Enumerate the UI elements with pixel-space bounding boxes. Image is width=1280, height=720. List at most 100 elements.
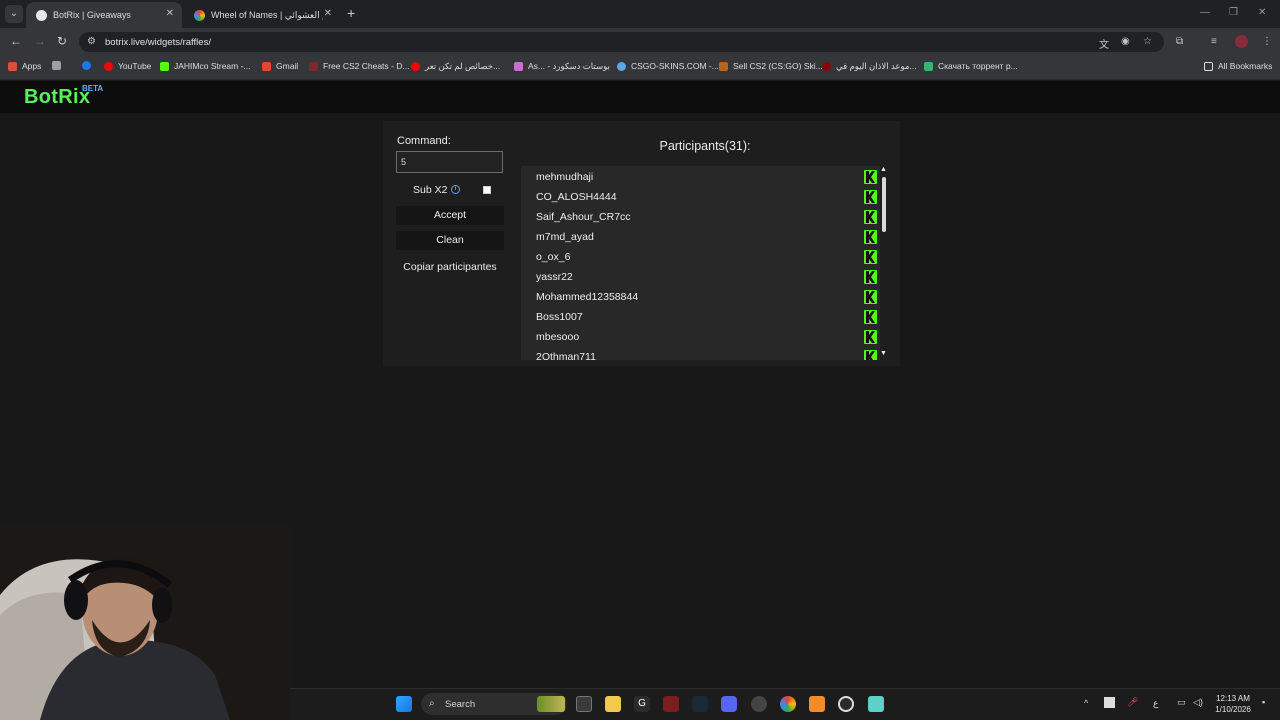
menu-dots-icon[interactable]: ⋮ bbox=[1262, 36, 1272, 47]
participant-name: Saif_Ashour_CR7cc bbox=[536, 211, 631, 223]
bookmark-all[interactable]: All Bookmarks bbox=[1204, 61, 1272, 71]
kick-icon bbox=[864, 270, 877, 284]
bookmark-cs2-cheats[interactable]: Free CS2 Cheats - D... bbox=[309, 61, 409, 71]
kick-icon bbox=[864, 210, 877, 224]
botrix-logo[interactable]: BotRix bbox=[24, 86, 90, 109]
g-hub-icon[interactable]: G bbox=[634, 696, 650, 712]
notifications-icon[interactable]: ▪ bbox=[1262, 697, 1265, 707]
clock-date[interactable]: 1/10/2026 bbox=[1211, 705, 1255, 714]
vlc-icon[interactable] bbox=[809, 696, 825, 712]
accept-button[interactable]: Accept bbox=[396, 206, 504, 225]
clean-button[interactable]: Clean bbox=[396, 231, 504, 250]
participant-row[interactable]: Mohammed12358844 bbox=[536, 287, 877, 307]
search-icon: ⌕ bbox=[429, 698, 435, 709]
scroll-up-arrow-icon[interactable]: ▲ bbox=[880, 166, 887, 173]
close-tab-icon[interactable]: ✕ bbox=[166, 8, 174, 19]
windows-start-icon[interactable] bbox=[396, 696, 412, 712]
bookmark-youtube[interactable]: YouTube bbox=[104, 61, 151, 71]
language-indicator[interactable]: ع bbox=[1153, 698, 1158, 709]
sub-x2-checkbox[interactable] bbox=[483, 186, 491, 194]
settings-gear-icon[interactable] bbox=[838, 696, 854, 712]
discord-icon[interactable] bbox=[721, 696, 737, 712]
restore-button[interactable]: ❐ bbox=[1229, 7, 1238, 18]
obs-icon[interactable] bbox=[751, 696, 767, 712]
webcam-image bbox=[0, 525, 290, 720]
command-input[interactable] bbox=[396, 151, 503, 173]
participant-row[interactable]: m7md_ayad bbox=[536, 227, 877, 247]
task-view-icon[interactable] bbox=[576, 696, 592, 712]
network-icon[interactable]: ▭ bbox=[1177, 697, 1186, 708]
scroll-down-arrow-icon[interactable]: ▼ bbox=[880, 350, 887, 357]
microphone-icon[interactable]: 🎤︎ bbox=[1127, 697, 1138, 708]
mosque-icon bbox=[822, 62, 831, 71]
faceit-icon[interactable] bbox=[663, 696, 679, 712]
bookmark-prayer-times[interactable]: موعد الاذان اليوم في... bbox=[822, 61, 917, 72]
torrent-icon bbox=[924, 61, 933, 71]
copy-participants-button[interactable]: Copiar participantes bbox=[396, 258, 504, 277]
participant-name: mbesooo bbox=[536, 331, 580, 343]
bookmark-torrent[interactable]: Скачать торрент р... bbox=[924, 61, 1018, 71]
participant-row[interactable]: mehmudhaji bbox=[536, 167, 877, 187]
kick-tray-icon[interactable] bbox=[1104, 697, 1115, 708]
tray-chevron-icon[interactable]: ^ bbox=[1084, 698, 1088, 708]
chrome-icon[interactable] bbox=[780, 696, 796, 712]
address-bar[interactable] bbox=[79, 32, 1164, 52]
cheats-site-icon bbox=[309, 61, 318, 71]
volume-icon[interactable]: ◁) bbox=[1193, 697, 1203, 708]
beta-badge: BETA bbox=[82, 84, 104, 93]
forward-arrow-icon[interactable]: → bbox=[34, 34, 46, 48]
tab-search-icon[interactable]: ⌄ bbox=[5, 5, 23, 23]
close-window-button[interactable]: ✕ bbox=[1258, 7, 1266, 18]
gmail-icon bbox=[262, 61, 271, 71]
snipping-tool-icon[interactable] bbox=[868, 696, 884, 712]
steam-icon[interactable] bbox=[692, 696, 708, 712]
profile-avatar[interactable] bbox=[1235, 35, 1248, 48]
extensions-icon[interactable]: ⧉ bbox=[1176, 36, 1183, 47]
bookmark-facebook[interactable] bbox=[82, 61, 96, 70]
participant-name: CO_ALOSH4444 bbox=[536, 191, 617, 203]
site-info-icon[interactable]: ⚙ bbox=[87, 36, 96, 47]
bookmark-jahimco[interactable]: JAHIMco Stream -... bbox=[160, 61, 251, 71]
bookmark-apps[interactable]: Apps bbox=[8, 61, 41, 71]
tab-title: Wheel of Names | عجلة اسم العشوائي bbox=[211, 9, 323, 20]
new-tab-button[interactable]: + bbox=[347, 5, 355, 21]
eye-off-icon[interactable]: ◉ bbox=[1121, 36, 1130, 47]
clock-time[interactable]: 12:13 AM bbox=[1214, 694, 1252, 703]
participant-row[interactable]: Boss1007 bbox=[536, 307, 877, 327]
info-icon[interactable]: i bbox=[451, 185, 460, 194]
participant-row[interactable]: o_ox_6 bbox=[536, 247, 877, 267]
bookmark-arabic-video[interactable]: خصائص لم تكن تعر... bbox=[411, 61, 500, 72]
file-explorer-icon[interactable] bbox=[605, 696, 621, 712]
youtube-icon bbox=[104, 61, 113, 71]
scroll-thumb[interactable] bbox=[882, 177, 886, 232]
participant-row[interactable]: 2Othman711 bbox=[536, 347, 877, 360]
translate-icon[interactable]: 文 bbox=[1099, 36, 1109, 51]
close-tab-icon[interactable]: ✕ bbox=[324, 8, 332, 19]
kick-icon bbox=[864, 310, 877, 324]
tab-title: BotRix | Giveaways bbox=[53, 10, 131, 20]
participant-row[interactable]: Saif_Ashour_CR7cc bbox=[536, 207, 877, 227]
minimize-button[interactable]: — bbox=[1200, 7, 1210, 18]
sub-x2-label: Sub X2 bbox=[413, 184, 448, 196]
bookmark-discord-posts[interactable]: As... - بوستات دسكورد bbox=[514, 61, 610, 72]
bookmark-csgo-skins[interactable]: CSGO-SKINS.COM -... bbox=[617, 61, 719, 71]
url-text[interactable]: botrix.live/widgets/raffles/ bbox=[105, 37, 211, 48]
bookmark-grid[interactable] bbox=[52, 61, 66, 70]
reading-list-icon[interactable]: ≡ bbox=[1211, 36, 1217, 47]
participant-row[interactable]: yassr22 bbox=[536, 267, 877, 287]
tab-botrix-giveaways[interactable]: BotRix | Giveaways ✕ bbox=[26, 2, 182, 28]
kick-icon bbox=[864, 230, 877, 244]
participants-list[interactable]: mehmudhaji CO_ALOSH4444 Saif_Ashour_CR7c… bbox=[521, 166, 880, 360]
botrix-favicon-icon bbox=[36, 9, 47, 21]
reload-icon[interactable]: ↻ bbox=[57, 34, 67, 48]
bookmark-sell-cs2[interactable]: Sell CS2 (CS:GO) Ski... bbox=[719, 61, 823, 71]
youtube-icon bbox=[411, 62, 420, 71]
participant-row[interactable]: CO_ALOSH4444 bbox=[536, 187, 877, 207]
participant-row[interactable]: mbesooo bbox=[536, 327, 877, 347]
bookmark-gmail[interactable]: Gmail bbox=[262, 61, 298, 71]
kick-icon bbox=[864, 170, 877, 184]
star-icon[interactable]: ☆ bbox=[1143, 36, 1152, 47]
tab-wheel-of-names[interactable]: Wheel of Names | عجلة اسم العشوائي ✕ bbox=[184, 2, 340, 28]
back-arrow-icon[interactable]: ← bbox=[10, 34, 22, 48]
participant-name: 2Othman711 bbox=[536, 351, 596, 360]
